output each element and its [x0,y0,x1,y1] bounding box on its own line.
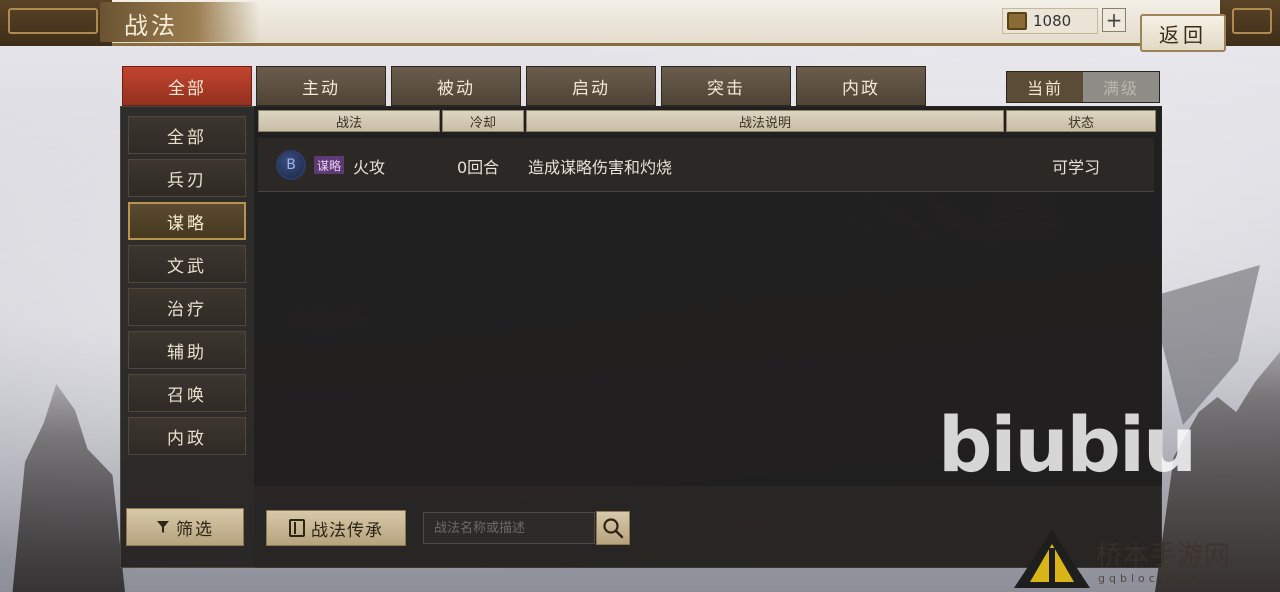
currency-display: 1080 [1002,8,1098,34]
grade-badge: B [276,150,306,180]
tab-domestic[interactable]: 内政 [796,66,926,106]
sidebar-item-all[interactable]: 全部 [128,116,246,154]
header-ornament-left [0,0,112,46]
sidebar-item-strategy[interactable]: 谋略 [128,202,246,240]
tactic-cooldown: 0回合 [457,158,500,177]
tab-all[interactable]: 全部 [122,66,252,106]
search-button[interactable] [596,511,630,545]
sidebar-item-weapon[interactable]: 兵刃 [128,159,246,197]
column-header-cooldown: 冷却 [442,110,524,132]
search-input[interactable] [423,512,595,544]
coin-icon [1007,12,1027,30]
level-max-option[interactable]: 满级 [1083,72,1159,102]
inherit-label: 战法传承 [311,520,383,541]
level-current-option[interactable]: 当前 [1007,72,1083,102]
level-toggle: 当前 满级 [1006,71,1160,103]
sidebar-item-civil-military[interactable]: 文武 [128,245,246,283]
tactic-name: 火攻 [353,158,386,177]
header-ornament-right [1220,0,1280,46]
plus-icon: + [1105,8,1123,32]
column-header-tactic: 战法 [258,110,440,132]
filter-icon [157,521,169,533]
book-icon [289,519,305,537]
tab-active[interactable]: 主动 [256,66,386,106]
sidebar-item-heal[interactable]: 治疗 [128,288,246,326]
sidebar-item-support[interactable]: 辅助 [128,331,246,369]
filter-label: 筛选 [176,519,214,540]
column-header-description: 战法说明 [526,110,1004,132]
search-icon [603,518,624,539]
tab-assault[interactable]: 突击 [661,66,791,106]
sidebar-item-summon[interactable]: 召唤 [128,374,246,412]
filter-button[interactable]: 筛选 [126,508,244,546]
add-currency-button[interactable]: + [1102,8,1126,32]
site-name-watermark: 桥本手游网 [1096,541,1232,571]
site-logo-icon [1014,530,1090,588]
type-tag: 谋略 [314,156,345,174]
table-row[interactable] [258,138,1154,192]
inherit-tactic-button[interactable]: 战法传承 [266,510,406,546]
tab-passive[interactable]: 被动 [391,66,521,106]
currency-value: 1080 [1033,12,1072,30]
back-button[interactable]: 返回 [1140,14,1226,52]
sidebar-item-domestic[interactable]: 内政 [128,417,246,455]
column-header-status: 状态 [1006,110,1156,132]
biubiu-watermark: biubiu [938,400,1197,489]
site-url-watermark: gqbloc.com [1098,572,1202,585]
tactic-description: 造成谋略伤害和灼烧 [528,158,673,177]
tactic-status: 可学习 [1052,158,1101,177]
top-header-bar: 战法 1080 + [0,0,1280,46]
page-title: 战法 [124,12,178,40]
tab-trigger[interactable]: 启动 [526,66,656,106]
